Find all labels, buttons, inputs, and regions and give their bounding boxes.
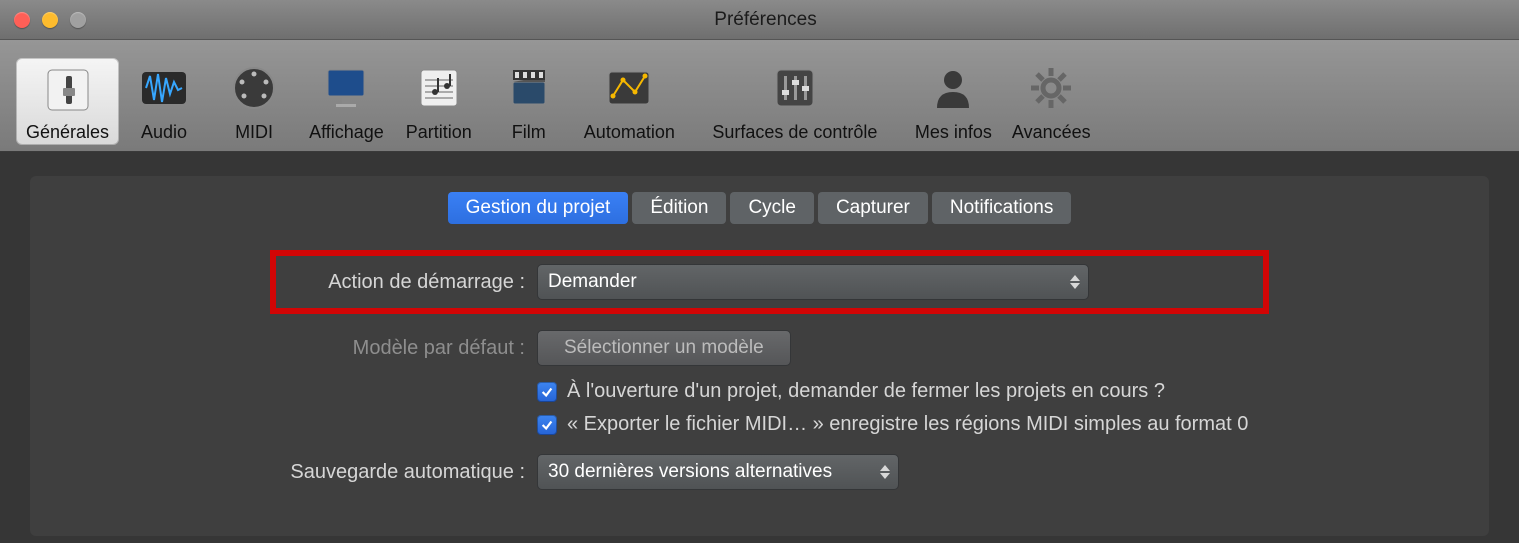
person-icon	[925, 60, 981, 116]
default-template-label: Modèle par défaut :	[30, 337, 537, 360]
mixer-icon	[767, 60, 823, 116]
subtab-bar: Gestion du projet Édition Cycle Capturer…	[30, 192, 1489, 224]
select-template-button[interactable]: Sélectionner un modèle	[537, 330, 791, 366]
toolbar-tab-automation[interactable]: Automation	[574, 54, 685, 145]
startup-action-select[interactable]: Demander	[537, 264, 1089, 300]
autosave-select[interactable]: 30 dernières versions alternatives	[537, 454, 899, 490]
switch-icon	[42, 64, 94, 116]
subtab-gestion-projet[interactable]: Gestion du projet	[448, 192, 629, 224]
automation-icon	[601, 60, 657, 116]
subtab-capturer[interactable]: Capturer	[818, 192, 928, 224]
checkbox-label: « Exporter le fichier MIDI… » enregistre…	[567, 413, 1248, 436]
row-export-midi-format0: « Exporter le fichier MIDI… » enregistre…	[537, 413, 1489, 436]
row-autosave: Sauvegarde automatique : 30 dernières ve…	[30, 454, 1489, 490]
titlebar: Préférences	[0, 0, 1519, 40]
toolbar-tab-mesinfos[interactable]: Mes infos	[905, 54, 1002, 145]
monitor-icon	[318, 60, 374, 116]
toolbar-tab-label: Générales	[26, 122, 109, 143]
row-ask-close-projects: À l'ouverture d'un projet, demander de f…	[537, 380, 1489, 403]
toolbar-tab-partition[interactable]: Partition	[394, 54, 484, 145]
subtab-notifications[interactable]: Notifications	[932, 192, 1072, 224]
toolbar: Générales Audio MIDI Affichage Partition…	[0, 40, 1519, 152]
stepper-arrows-icon	[1068, 271, 1082, 293]
startup-action-label: Action de démarrage :	[30, 271, 537, 294]
toolbar-tab-surfaces[interactable]: Surfaces de contrôle	[685, 54, 905, 145]
toolbar-tab-audio[interactable]: Audio	[119, 54, 209, 145]
toolbar-tab-avancees[interactable]: Avancées	[1002, 54, 1101, 145]
toolbar-tab-label: Partition	[406, 122, 472, 143]
toolbar-tab-label: Automation	[584, 122, 675, 143]
autosave-value: 30 dernières versions alternatives	[548, 461, 832, 483]
toolbar-tab-midi[interactable]: MIDI	[209, 54, 299, 145]
startup-action-value: Demander	[548, 271, 637, 293]
gear-icon	[1023, 60, 1079, 116]
toolbar-tab-label: Mes infos	[915, 122, 992, 143]
autosave-label: Sauvegarde automatique :	[30, 461, 537, 484]
row-startup-action: Action de démarrage : Demander	[30, 264, 1489, 300]
form-rows: Action de démarrage : Demander Modèle pa…	[30, 264, 1489, 490]
subtab-edition[interactable]: Édition	[632, 192, 726, 224]
checkbox-label: À l'ouverture d'un projet, demander de f…	[567, 380, 1165, 403]
toolbar-tab-label: Film	[512, 122, 546, 143]
subtab-cycle[interactable]: Cycle	[730, 192, 814, 224]
checkbox-ask-close-projects[interactable]	[537, 382, 557, 402]
checkbox-export-midi-format0[interactable]	[537, 415, 557, 435]
toolbar-tab-generales[interactable]: Générales	[16, 58, 119, 145]
toolbar-tab-label: Affichage	[309, 122, 384, 143]
film-icon	[501, 60, 557, 116]
toolbar-tab-label: MIDI	[235, 122, 273, 143]
row-default-template: Modèle par défaut : Sélectionner un modè…	[30, 330, 1489, 366]
toolbar-tab-label: Avancées	[1012, 122, 1091, 143]
midi-icon	[226, 60, 282, 116]
toolbar-tab-label: Audio	[141, 122, 187, 143]
check-icon	[540, 385, 554, 399]
toolbar-tab-film[interactable]: Film	[484, 54, 574, 145]
wave-icon	[136, 60, 192, 116]
preferences-panel: Gestion du projet Édition Cycle Capturer…	[30, 176, 1489, 536]
toolbar-tab-label: Surfaces de contrôle	[712, 122, 877, 143]
select-template-button-label: Sélectionner un modèle	[564, 337, 764, 359]
window-title: Préférences	[26, 9, 1505, 31]
score-icon	[411, 60, 467, 116]
toolbar-tab-affichage[interactable]: Affichage	[299, 54, 394, 145]
stepper-arrows-icon	[878, 461, 892, 483]
check-icon	[540, 418, 554, 432]
